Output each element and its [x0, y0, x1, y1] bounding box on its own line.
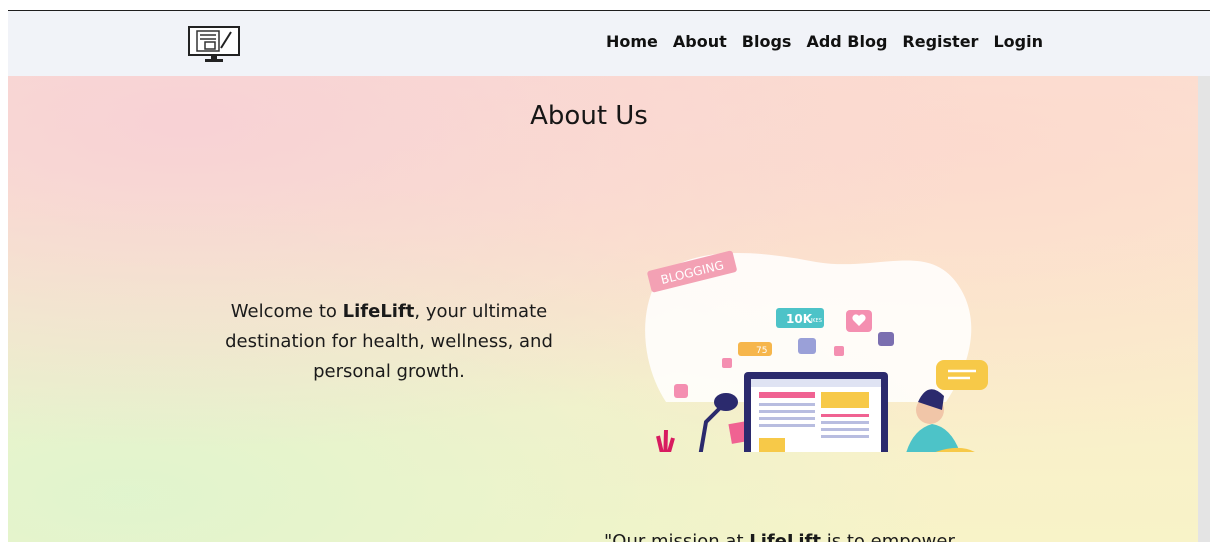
navbar: Home About Blogs Add Blog Register Login — [8, 11, 1210, 76]
mission-suffix: is to empower — [821, 531, 955, 542]
nav-link-register[interactable]: Register — [902, 32, 978, 51]
left-margin — [0, 10, 8, 542]
about-section: About Us Welcome to LifeLift, your ultim… — [8, 76, 1198, 542]
mission-text: "Our mission at LifeLift is to empower — [604, 531, 1004, 542]
logo-monitor-icon[interactable] — [187, 26, 241, 64]
nav-link-about[interactable]: About — [673, 32, 727, 51]
mission-prefix: "Our mission at — [604, 531, 750, 542]
main-nav: Home About Blogs Add Blog Register Login — [606, 32, 1043, 51]
mission-brand-name: LifeLift — [749, 531, 821, 542]
nav-link-home[interactable]: Home — [606, 32, 658, 51]
welcome-prefix: Welcome to — [230, 301, 343, 322]
brand-name: LifeLift — [342, 301, 415, 322]
nav-link-blogs[interactable]: Blogs — [742, 32, 792, 51]
views-badge: 75 — [756, 346, 767, 356]
welcome-text: Welcome to LifeLift, your ultimate desti… — [208, 297, 570, 387]
page-title: About Us — [530, 101, 648, 131]
nav-link-login[interactable]: Login — [993, 32, 1043, 51]
scrollbar[interactable] — [1198, 76, 1210, 542]
likes-badge-label: LIKES — [808, 318, 822, 324]
blogging-illustration: BLOGGING 10K LIKES 75 — [645, 250, 988, 452]
nav-link-add-blog[interactable]: Add Blog — [806, 32, 887, 51]
